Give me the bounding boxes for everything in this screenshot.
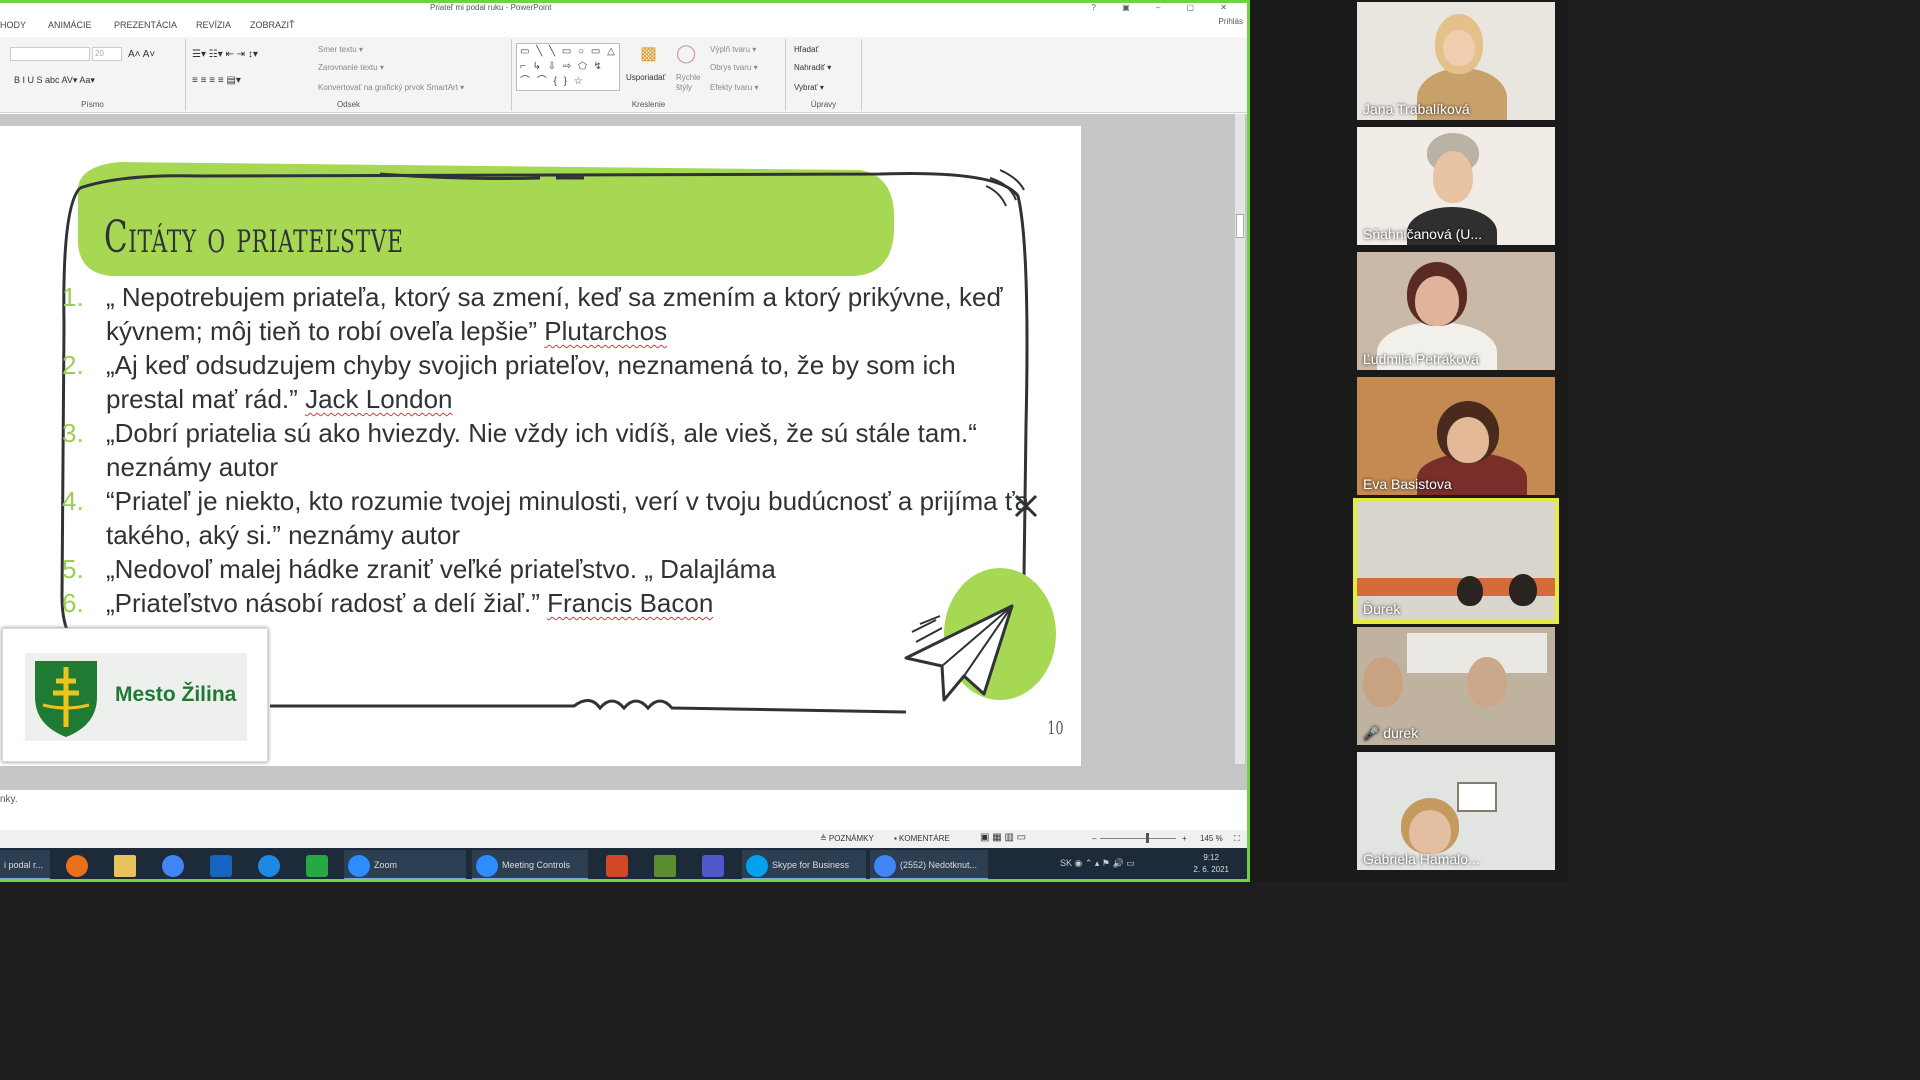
- taskbar-skype[interactable]: Skype for Business: [742, 850, 866, 879]
- drawing-group-label: Kreslenie: [631, 100, 666, 109]
- shape-outline-button[interactable]: Obrys tvaru ▾: [710, 63, 758, 72]
- ribbon: 20 A˄ A˅ B I U S abc AV▾ Aa▾ Písmo ☰▾ ☷▾…: [0, 37, 1247, 113]
- quote-list: 1. „ Nepotrebujem priateľa, ktorý sa zmen…: [60, 280, 1040, 620]
- participant-tile-active-speaker[interactable]: Ďurek: [1353, 498, 1559, 624]
- text-direction-button[interactable]: Smer textu ▾: [318, 45, 363, 54]
- align-icons[interactable]: ≡ ≡ ≡ ≡ ▤▾: [192, 75, 241, 86]
- zoom-level[interactable]: 145 %: [1200, 834, 1223, 843]
- quote-item: 3. „Dobrí priatelia sú ako hviezdy. Nie v…: [62, 418, 977, 482]
- editing-group-label: Úpravy: [810, 100, 837, 109]
- taskbar-minecraft[interactable]: [650, 850, 680, 879]
- taskbar-teams[interactable]: [698, 850, 728, 879]
- view-buttons[interactable]: ▣ ▦ ▥ ▭: [980, 832, 1026, 843]
- tab-animations[interactable]: ANIMÁCIE: [48, 20, 92, 30]
- taskbar-powerpoint-icon[interactable]: [602, 850, 632, 879]
- participant-tile[interactable]: Sňahničanová (U...: [1357, 127, 1555, 245]
- taskbar-firefox[interactable]: [62, 850, 92, 879]
- arrange-icon: ▩: [640, 43, 658, 63]
- quote-item: 2. „Aj keď odsudzujem chyby svojich priat…: [62, 350, 956, 414]
- participant-tile[interactable]: Ľudmila Petráková: [1357, 252, 1555, 370]
- list-icons[interactable]: ☰▾ ☷▾ ⇤ ⇥ ↕▾: [192, 49, 258, 60]
- tab-transitions[interactable]: HODY: [0, 20, 26, 30]
- coat-of-arms-icon: [35, 661, 97, 737]
- shape-fill-button[interactable]: Výplň tvaru ▾: [710, 45, 756, 54]
- screen-share: Priateľ mi podal ruku - PowerPoint Prihl…: [0, 0, 1250, 882]
- quote-item: 4. “Priateľ je niekto, kto rozumie tvojej…: [62, 486, 1030, 550]
- notes-pane[interactable]: nky.: [0, 790, 1247, 830]
- font-grow-icon[interactable]: A˄ A˅: [128, 49, 155, 60]
- fit-slide-icon[interactable]: ⛶: [1234, 834, 1240, 844]
- participant-tile[interactable]: Eva Basistova: [1357, 377, 1555, 495]
- taskbar: i podal r... Zoom Meeting Controls Skype…: [0, 848, 1247, 879]
- quote-item: 1. „ Nepotrebujem priateľa, ktorý sa zmen…: [62, 282, 1003, 346]
- taskbar-powerpoint[interactable]: i podal r...: [0, 850, 50, 879]
- notes-button[interactable]: ≜ POZNÁMKY: [820, 834, 874, 843]
- system-tray[interactable]: SK ◉ ⌃ ▴ ⚑ 🔊 ▭: [1060, 858, 1135, 869]
- drawing-group: ▭ ╲ ╲ ▭ ○ ▭ △ ⌐ ↳ ⇩ ⇨ ⬠ ↯ ⌒ ⌒ { } ☆ Uspo…: [512, 39, 786, 111]
- zoom-slider-thumb[interactable]: [1146, 833, 1149, 843]
- find-button[interactable]: Hľadať: [794, 45, 818, 54]
- taskbar-chrome-youtube[interactable]: (2552) Nedotknut...: [870, 850, 988, 879]
- editing-group: Hľadať Nahradiť ▾ Vybrať ▾ Úpravy: [786, 39, 862, 111]
- tab-slideshow[interactable]: PREZENTÁCIA: [114, 20, 177, 30]
- shape-effects-button[interactable]: Efekty tvaru ▾: [710, 83, 758, 92]
- taskbar-edge[interactable]: [254, 850, 284, 879]
- taskbar-outlook[interactable]: [206, 850, 236, 879]
- quote-item: 5. „Nedovoľ malej hádke zraniť veľké pria…: [62, 554, 776, 584]
- tab-review[interactable]: REVÍZIA: [196, 20, 231, 30]
- city-logo-text: Mesto Žilina: [115, 683, 237, 706]
- quick-styles-icon: ◯: [676, 43, 697, 63]
- font-group-label: Písmo: [81, 100, 104, 109]
- window-controls[interactable]: ? ▣ – ▢ ✕: [1091, 3, 1239, 12]
- vertical-scrollbar[interactable]: [1235, 114, 1245, 764]
- select-button[interactable]: Vybrať ▾: [794, 83, 824, 92]
- slide-editor: Citáty o priateľstve 1. „ Nepotrebujem pr…: [0, 114, 1247, 790]
- city-logo-card: Mesto Žilina: [2, 628, 268, 762]
- window-title-bar: Priateľ mi podal ruku - PowerPoint Prihl…: [0, 3, 1247, 26]
- zoom-slider[interactable]: [1100, 838, 1176, 839]
- slide-number: 10: [1047, 718, 1064, 739]
- participant-tile[interactable]: Jana Trabalíková: [1357, 2, 1555, 120]
- quote-item: 6. „Priateľstvo násobí radosť a delí žiaľ…: [62, 588, 714, 618]
- zoom-in-button[interactable]: +: [1182, 834, 1187, 843]
- paragraph-group-label: Odsek: [336, 100, 361, 109]
- shapes-gallery[interactable]: ▭ ╲ ╲ ▭ ○ ▭ △ ⌐ ↳ ⇩ ⇨ ⬠ ↯ ⌒ ⌒ { } ☆: [516, 43, 620, 91]
- participant-tile[interactable]: 🎤 durek: [1357, 627, 1555, 745]
- notes-text: nky.: [0, 794, 18, 805]
- font-size-box[interactable]: 20: [92, 47, 122, 61]
- window-title: Priateľ mi podal ruku - PowerPoint: [430, 3, 552, 12]
- taskbar-clock[interactable]: 9:12 2. 6. 2021: [1193, 852, 1229, 876]
- participant-gallery: Jana Trabalíková Sňahničanová (U... Ľudm…: [1250, 0, 1568, 882]
- font-format-buttons[interactable]: B I U S abc AV▾ Aa▾: [14, 75, 95, 86]
- taskbar-file-explorer[interactable]: [110, 850, 140, 879]
- paragraph-group: ☰▾ ☷▾ ⇤ ⇥ ↕▾ ≡ ≡ ≡ ≡ ▤▾ Smer textu ▾ Zar…: [186, 39, 512, 111]
- status-bar: ≜ POZNÁMKY ▪ KOMENTÁRE ▣ ▦ ▥ ▭ – + 145 %…: [0, 830, 1247, 848]
- zoom-out-button[interactable]: –: [1092, 834, 1096, 843]
- tab-view[interactable]: ZOBRAZIŤ: [250, 20, 295, 30]
- font-name-box[interactable]: [10, 47, 90, 61]
- comments-button[interactable]: ▪ KOMENTÁRE: [894, 834, 950, 843]
- taskbar-app[interactable]: [302, 850, 332, 879]
- taskbar-meeting-controls[interactable]: Meeting Controls: [472, 850, 588, 879]
- participant-tile[interactable]: Gabriela Hamalo...: [1357, 752, 1555, 870]
- ribbon-tabs: HODY ANIMÁCIE PREZENTÁCIA REVÍZIA ZOBRAZ…: [0, 17, 1247, 35]
- quick-styles-button[interactable]: Rýchle štýly: [676, 73, 702, 93]
- taskbar-zoom[interactable]: Zoom: [344, 850, 466, 879]
- muted-mic-icon: 🎤: [1363, 726, 1380, 741]
- align-text-button[interactable]: Zarovnanie textu ▾: [318, 63, 384, 72]
- arrange-button[interactable]: Usporiadať: [626, 73, 665, 82]
- slide-title: Citáty o priateľstve: [104, 212, 404, 263]
- replace-button[interactable]: Nahradiť ▾: [794, 63, 831, 72]
- font-group: 20 A˄ A˅ B I U S abc AV▾ Aa▾ Písmo: [0, 39, 186, 111]
- taskbar-chrome[interactable]: [158, 850, 188, 879]
- smartart-button[interactable]: Konvertovať na grafický prvok SmartArt ▾: [318, 83, 464, 92]
